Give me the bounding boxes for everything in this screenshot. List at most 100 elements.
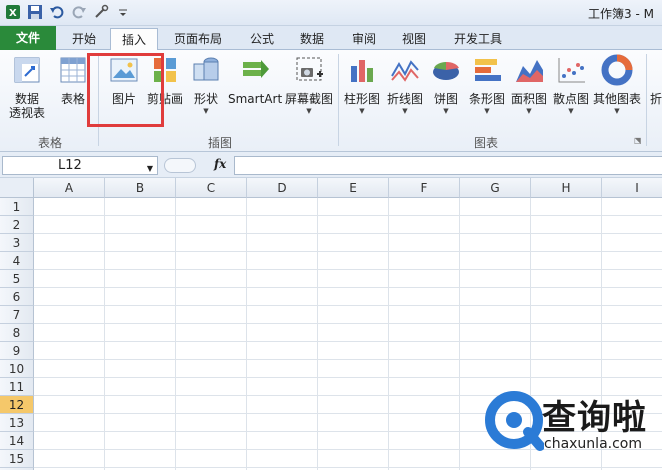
row-header-14[interactable]: 14 [0, 432, 34, 450]
shapes-icon [190, 54, 222, 86]
ribbon-tabs: 文件 开始 插入 页面布局 公式 数据 审阅 视图 开发工具 [0, 26, 662, 51]
pie-chart-button[interactable]: 饼图 ▼ [428, 54, 464, 116]
tab-data[interactable]: 数据 [290, 28, 334, 50]
shapes-button[interactable]: 形状 ▼ [188, 54, 224, 116]
row-header-3[interactable]: 3 [0, 234, 34, 252]
pivot-table-button[interactable]: 数据 透视表 [4, 54, 50, 120]
tab-formulas[interactable]: 公式 [240, 28, 284, 50]
group-separator [646, 54, 647, 146]
group-label-tables: 表格 [38, 136, 63, 150]
pie-chart-dropdown-icon: ▼ [443, 107, 449, 115]
tab-view[interactable]: 视图 [392, 28, 436, 50]
formula-input[interactable] [234, 156, 662, 175]
name-box-dropdown-icon[interactable]: ▼ [147, 160, 153, 177]
qat-dropdown-icon[interactable] [114, 3, 132, 21]
window-title: 工作簿3 - M [588, 7, 654, 21]
sparkline-icon [650, 54, 662, 86]
select-all-corner[interactable] [0, 178, 34, 198]
svg-text:X: X [9, 8, 17, 19]
scatter-chart-icon [555, 54, 587, 86]
column-chart-icon [346, 54, 378, 86]
screenshot-button[interactable]: 屏幕截图 ▼ [284, 54, 334, 116]
row-header-5[interactable]: 5 [0, 270, 34, 288]
smartart-button[interactable]: SmartArt [228, 54, 282, 106]
pivot-table-label-2: 透视表 [8, 106, 45, 120]
column-header-h[interactable]: H [531, 178, 602, 198]
undo-icon[interactable] [48, 3, 66, 21]
tab-developer[interactable]: 开发工具 [446, 28, 510, 50]
screenshot-label: 屏幕截图 [284, 92, 333, 106]
tab-file[interactable]: 文件 [0, 26, 56, 50]
formula-bar-resize-handle[interactable] [164, 158, 196, 173]
tab-review[interactable]: 审阅 [342, 28, 386, 50]
row-header-15[interactable]: 15 [0, 450, 34, 468]
area-chart-dropdown-icon: ▼ [526, 107, 532, 115]
pivot-table-icon [11, 54, 43, 86]
other-charts-button[interactable]: 其他图表 ▼ [592, 54, 642, 116]
column-header-e[interactable]: E [318, 178, 389, 198]
column-header-b[interactable]: B [105, 178, 176, 198]
line-chart-label: 折线图 [386, 92, 423, 106]
column-chart-button[interactable]: 柱形图 ▼ [342, 54, 382, 116]
line-chart-button[interactable]: 折线图 ▼ [384, 54, 426, 116]
scatter-chart-label: 散点图 [552, 92, 589, 106]
area-chart-label: 面积图 [510, 92, 547, 106]
sparkline-line-button[interactable]: 折 [650, 54, 662, 106]
row-header-12[interactable]: 12 [0, 396, 34, 414]
group-label-charts: 图表 [474, 136, 499, 150]
bar-chart-icon [471, 54, 503, 86]
line-chart-dropdown-icon: ▼ [402, 107, 408, 115]
bar-chart-button[interactable]: 条形图 ▼ [466, 54, 508, 116]
line-chart-icon [389, 54, 421, 86]
row-header-4[interactable]: 4 [0, 252, 34, 270]
row-header-1[interactable]: 1 [0, 198, 34, 216]
group-separator [338, 54, 339, 146]
pie-chart-icon [430, 54, 462, 86]
column-header-i[interactable]: I [602, 178, 662, 198]
doughnut-chart-icon [601, 54, 633, 86]
column-header-f[interactable]: F [389, 178, 460, 198]
insert-function-icon[interactable]: fx [214, 157, 226, 171]
smartart-icon [239, 54, 271, 86]
sparkline-label: 折 [650, 92, 662, 106]
title-bar: X 工作簿3 - M [0, 0, 662, 26]
smartart-label: SmartArt [228, 92, 283, 106]
charts-dialog-launcher-icon[interactable]: ⬔ [634, 136, 642, 145]
bar-chart-dropdown-icon: ▼ [484, 107, 490, 115]
column-header-d[interactable]: D [247, 178, 318, 198]
column-header-g[interactable]: G [460, 178, 531, 198]
row-header-7[interactable]: 7 [0, 306, 34, 324]
row-header-6[interactable]: 6 [0, 288, 34, 306]
area-chart-button[interactable]: 面积图 ▼ [508, 54, 550, 116]
column-header-c[interactable]: C [176, 178, 247, 198]
row-header-13[interactable]: 13 [0, 414, 34, 432]
name-box-value: L12 [58, 158, 82, 173]
formula-bar: L12 ▼ fx [0, 152, 662, 178]
screenshot-dropdown-icon: ▼ [306, 107, 312, 115]
scatter-chart-button[interactable]: 散点图 ▼ [550, 54, 592, 116]
watermark-logo-icon [485, 391, 544, 451]
picture-highlight-box [87, 53, 164, 127]
bar-chart-label: 条形图 [468, 92, 505, 106]
row-header-8[interactable]: 8 [0, 324, 34, 342]
watermark-url: chaxunla.com [544, 436, 642, 452]
row-header-2[interactable]: 2 [0, 216, 34, 234]
save-icon[interactable] [26, 3, 44, 21]
other-charts-label: 其他图表 [592, 92, 641, 106]
shapes-dropdown-icon: ▼ [203, 107, 209, 115]
row-header-10[interactable]: 10 [0, 360, 34, 378]
column-header-a[interactable]: A [34, 178, 105, 198]
group-label-illustrations: 插图 [208, 136, 233, 150]
redo-icon[interactable] [70, 3, 88, 21]
tab-page-layout[interactable]: 页面布局 [166, 28, 230, 50]
tab-insert[interactable]: 插入 [110, 28, 158, 51]
watermark: 查询啦 chaxunla.com [484, 384, 662, 470]
customize-tools-icon[interactable] [92, 3, 110, 21]
tab-home[interactable]: 开始 [62, 28, 106, 50]
row-header-9[interactable]: 9 [0, 342, 34, 360]
pie-chart-label: 饼图 [433, 92, 458, 106]
name-box[interactable]: L12 ▼ [2, 156, 158, 175]
table-icon [57, 54, 89, 86]
watermark-title: 查询啦 [542, 398, 647, 438]
row-header-11[interactable]: 11 [0, 378, 34, 396]
